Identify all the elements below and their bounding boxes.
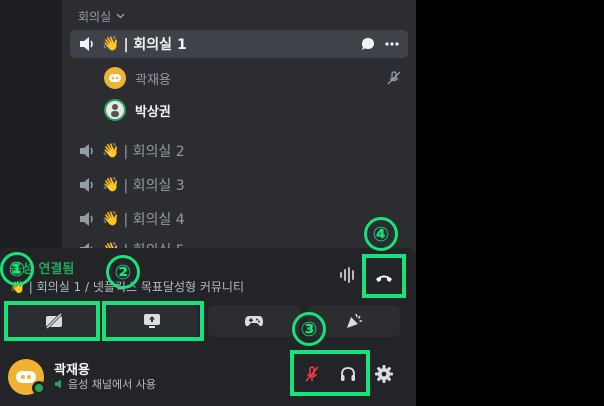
chat-bubble-icon[interactable]: [360, 36, 376, 52]
voice-channel-4[interactable]: 👋 | 회의실 4: [70, 205, 408, 233]
soundboard-icon: [347, 313, 362, 328]
camera-toggle-button[interactable]: [8, 305, 100, 337]
speaker-icon: [55, 379, 61, 389]
annotation-badge-3: ③: [292, 312, 326, 346]
main-area: [416, 0, 604, 406]
channel-name: | 회의실 1: [123, 37, 187, 53]
channel-name: | 회의실 3: [123, 178, 185, 194]
user-status: 음성 채널에서 사용: [54, 376, 156, 392]
more-icon[interactable]: [384, 36, 400, 52]
mic-off-icon: [305, 366, 319, 382]
muted-mic-icon: [387, 71, 401, 85]
gamepad-icon: [245, 316, 263, 327]
annotation-badge-2: ②: [106, 255, 140, 289]
gear-icon: [375, 365, 393, 383]
category-label: 회의실: [78, 10, 112, 24]
wave-emoji-icon: 👋: [102, 143, 120, 159]
channel-name: | 회의실 4: [123, 212, 185, 228]
voice-user-2[interactable]: 박상권: [104, 96, 408, 124]
speaker-icon: [80, 212, 93, 226]
voice-channel-1[interactable]: 👋 | 회의실 1: [70, 30, 408, 58]
voice-user-name: 박상권: [135, 104, 171, 120]
voice-channel-2[interactable]: 👋 | 회의실 2: [70, 137, 408, 165]
chevron-down-icon: [116, 12, 125, 22]
wave-emoji-icon: 👋: [102, 211, 120, 227]
annotation-badge-4: ④: [364, 217, 398, 251]
signal-icon[interactable]: [338, 265, 358, 285]
voice-user-name: 곽재용: [135, 72, 171, 88]
camera-off-icon: [45, 312, 63, 330]
disconnect-phone-icon: [376, 275, 392, 282]
user-status-text: 음성 채널에서 사용: [68, 378, 156, 391]
wave-emoji-icon: 👋: [102, 36, 120, 52]
voice-user-1[interactable]: 곽재용: [104, 64, 408, 92]
disconnect-button[interactable]: [370, 264, 398, 292]
online-status-indicator: [32, 381, 46, 395]
deafen-button[interactable]: [334, 360, 362, 388]
user-settings-button[interactable]: [370, 360, 398, 388]
speaker-icon: [80, 178, 93, 192]
mute-mic-button[interactable]: [298, 360, 326, 388]
speaker-icon: [80, 144, 93, 158]
activity-button[interactable]: [208, 305, 300, 337]
channel-name: | 회의실 2: [123, 144, 185, 160]
screen-share-icon: [144, 314, 160, 328]
voice-channel-3[interactable]: 👋 | 회의실 3: [70, 171, 408, 199]
headphones-icon: [341, 367, 355, 381]
screen-share-button[interactable]: [106, 305, 198, 337]
channel-category[interactable]: 회의실: [78, 8, 125, 25]
wave-emoji-icon: 👋: [102, 177, 120, 193]
avatar: [104, 67, 126, 89]
speaker-icon: [80, 37, 93, 51]
annotation-badge-1: ①: [0, 252, 34, 286]
avatar: [104, 99, 126, 121]
